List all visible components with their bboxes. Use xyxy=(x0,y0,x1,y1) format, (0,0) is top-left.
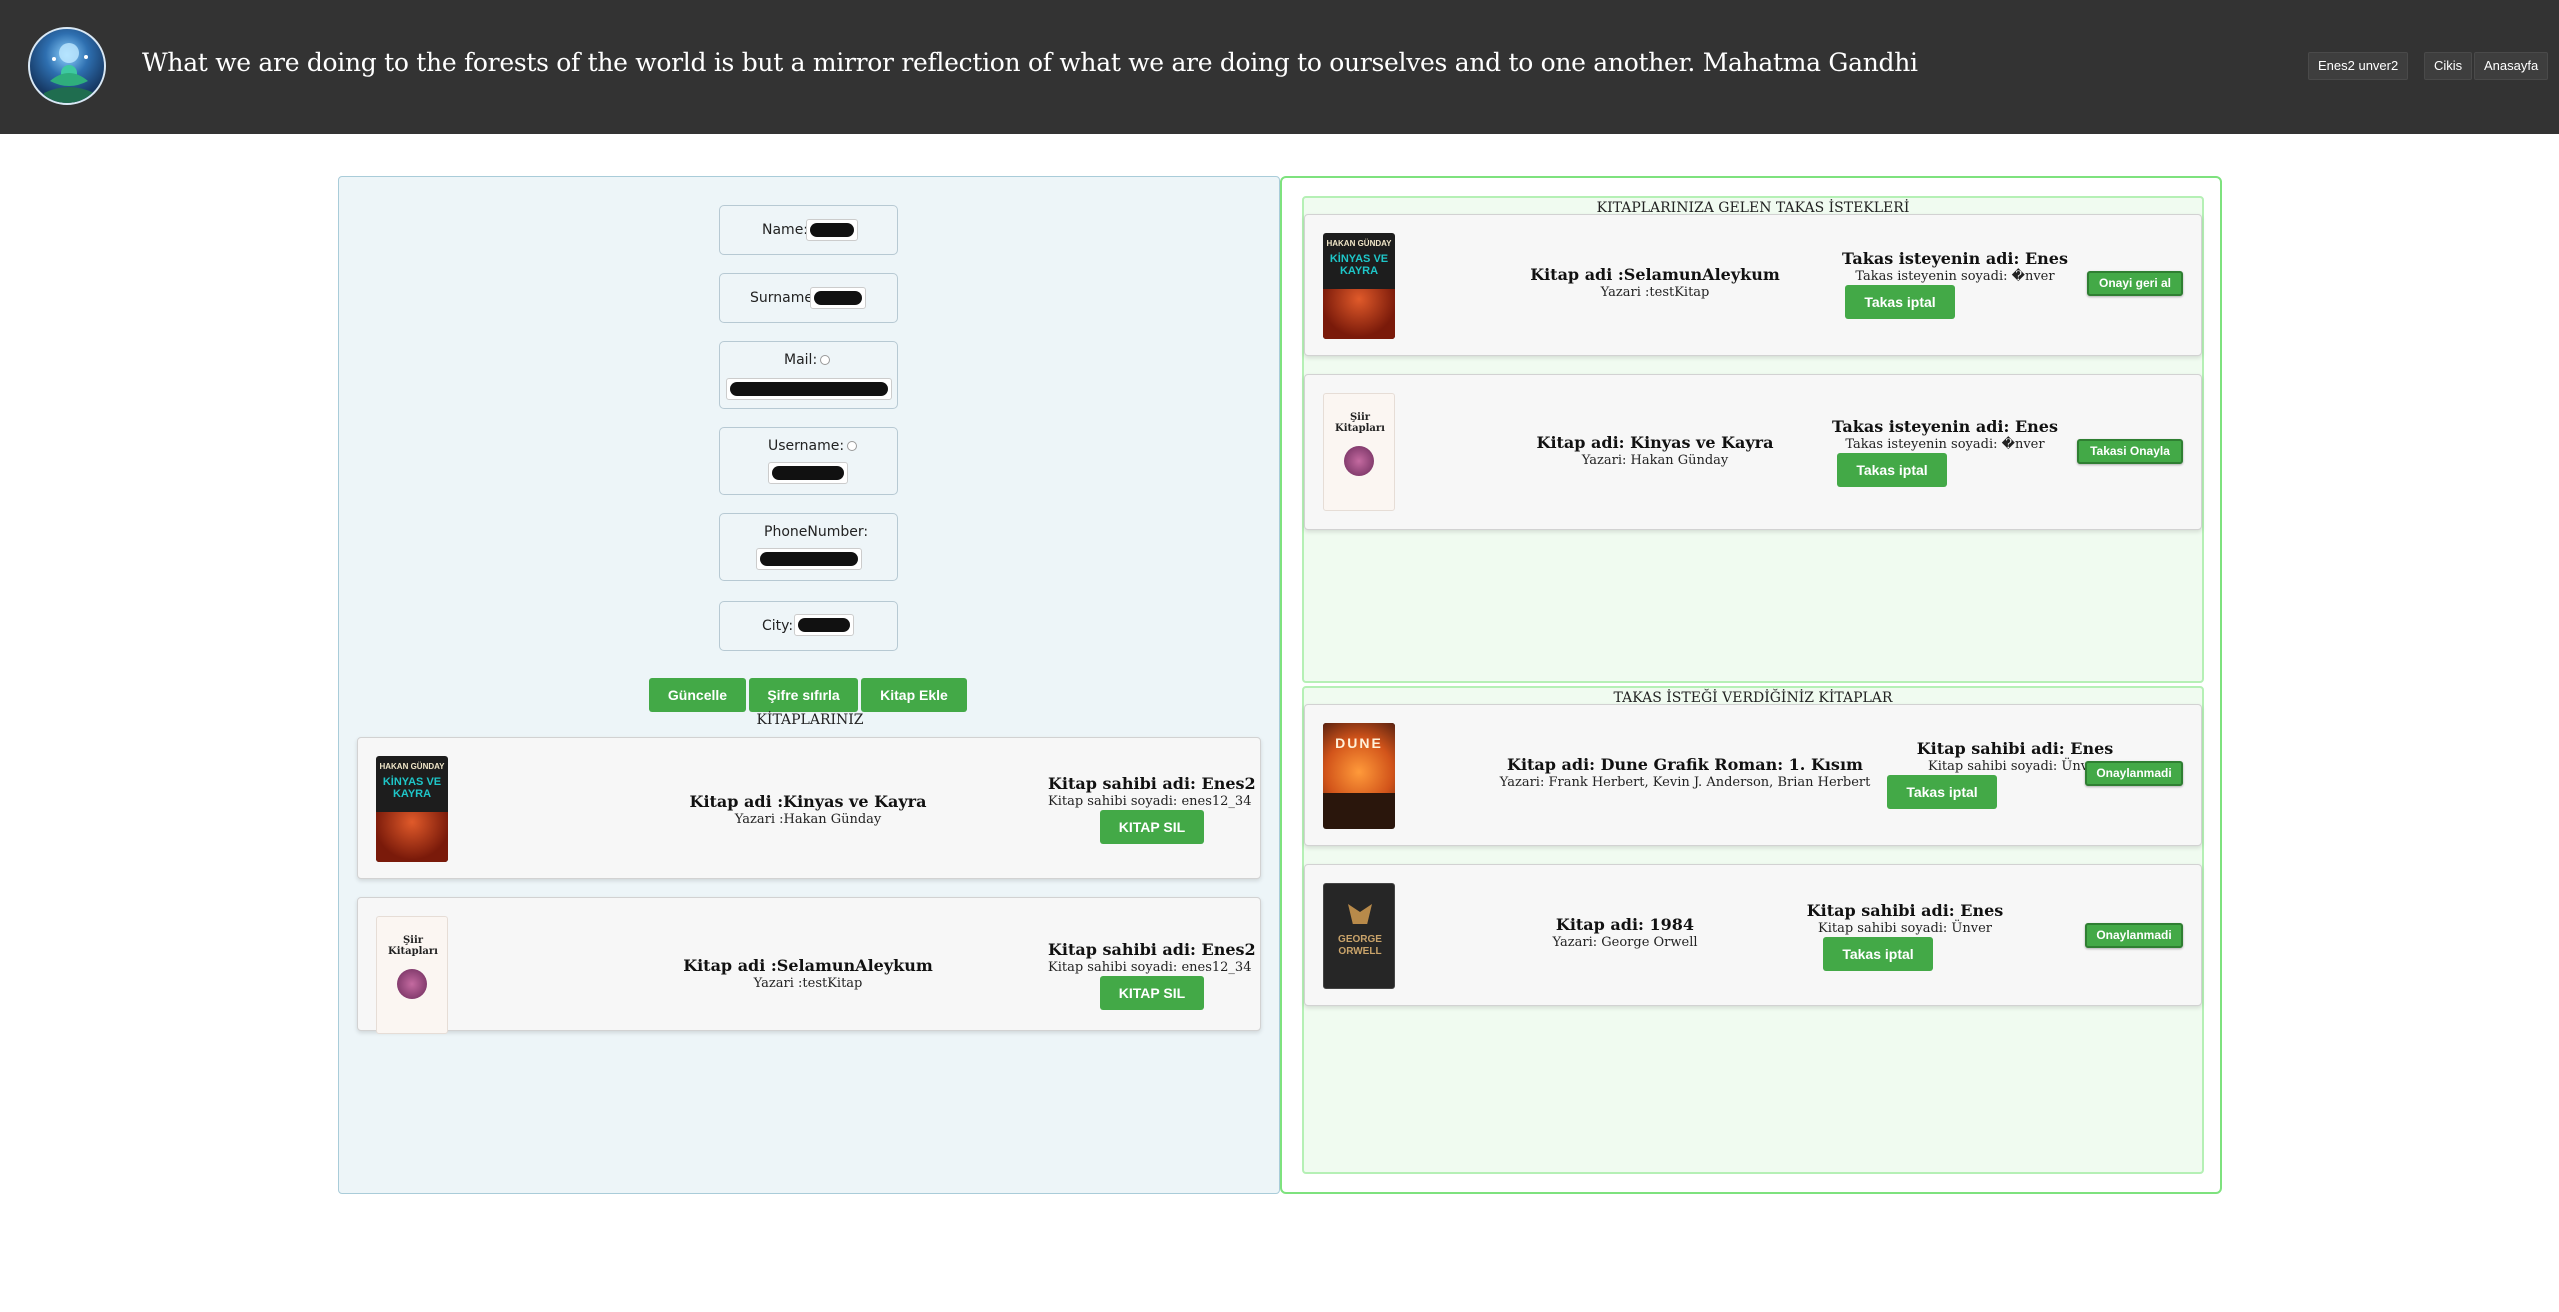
mail-radio-icon[interactable] xyxy=(820,355,831,365)
outgoing-request-card: GEORGE ORWELL Kitap adi: 1984 Yazari: Ge… xyxy=(1304,864,2202,1006)
mail-label: Mail: xyxy=(784,352,831,368)
delete-book-button[interactable]: KITAP SIL xyxy=(1100,976,1204,1010)
owner-surname: Kitap sahibi soyadi: enes12_34 xyxy=(1048,794,1252,809)
approve-trade-button[interactable]: Takasi Onayla xyxy=(2077,439,2183,464)
owner-name: Kitap sahibi adi: Enes2 xyxy=(1048,774,1256,793)
cancel-trade-button[interactable]: Takas iptal xyxy=(1823,937,1933,971)
owner-surname: Kitap sahibi soyadi: enes12_34 xyxy=(1048,960,1252,975)
owner-name: Kitap sahibi adi: Enes2 xyxy=(1048,940,1256,959)
username-radio-icon[interactable] xyxy=(847,441,858,451)
outgoing-requests-box: TAKAS İSTEĞİ VERDİĞİNİZ KİTAPLAR DUNE Ki… xyxy=(1302,686,2204,1174)
owner-surname: Kitap sahibi soyadi: Ünver xyxy=(1817,921,1993,936)
owner-name: Kitap sahibi adi: Enes xyxy=(1806,901,2004,920)
trades-panel: KITAPLARINIZA GELEN TAKAS İSTEKLERİ HAKA… xyxy=(1280,176,2222,1194)
username-input[interactable]: x xyxy=(768,462,848,484)
update-button[interactable]: Güncelle xyxy=(649,678,746,712)
name-input[interactable]: x xyxy=(806,219,858,241)
phone-field: PhoneNumber: x xyxy=(719,513,898,581)
surname-field: Surname: x xyxy=(719,273,898,323)
book-author: Yazari :Hakan Günday xyxy=(734,812,882,827)
requester-name: Takas isteyenin adi: Enes xyxy=(1842,249,2068,268)
city-label: City: xyxy=(762,618,794,634)
book-title: Kitap adi :Kinyas ve Kayra xyxy=(689,792,927,811)
book-author: Yazari :testKitap xyxy=(753,976,863,991)
cancel-trade-button[interactable]: Takas iptal xyxy=(1887,775,1997,809)
delete-book-button[interactable]: KITAP SIL xyxy=(1100,810,1204,844)
incoming-requests-box: KITAPLARINIZA GELEN TAKAS İSTEKLERİ HAKA… xyxy=(1302,196,2204,683)
requester-name: Takas isteyenin adi: Enes xyxy=(1832,417,2058,436)
add-book-button[interactable]: Kitap Ekle xyxy=(861,678,967,712)
header-quote: What we are doing to the forests of the … xyxy=(142,48,1918,77)
name-label: Name: xyxy=(762,222,809,238)
incoming-request-card: HAKAN GÜNDAY KİNYAS VE KAYRA Kitap adi :… xyxy=(1304,214,2202,356)
book-title: Kitap adi :SelamunAleykum xyxy=(683,956,933,975)
city-input[interactable]: x xyxy=(794,614,854,636)
requester-surname: Takas isteyenin soyadi: �nver xyxy=(1855,269,2055,284)
book-author: Yazari: Hakan Günday xyxy=(1581,453,1729,468)
book-cover-siir: Şiir Kitapları xyxy=(376,916,448,1034)
book-cover-kinyas: HAKAN GÜNDAY KİNYAS VE KAYRA xyxy=(1323,233,1395,339)
book-title: Kitap adi :SelamunAleykum xyxy=(1530,265,1780,284)
top-header: What we are doing to the forests of the … xyxy=(0,0,2559,134)
book-cover-siir: Şiir Kitapları xyxy=(1323,393,1395,511)
username-field: Username: x xyxy=(719,427,898,495)
book-cover-dune: DUNE xyxy=(1323,723,1395,829)
mail-input[interactable]: x xyxy=(726,378,892,400)
mail-field: Mail: x xyxy=(719,341,898,409)
owner-name: Kitap sahibi adi: Enes xyxy=(1916,739,2114,758)
home-button[interactable]: Anasayfa xyxy=(2474,52,2549,80)
book-cover-1984: GEORGE ORWELL xyxy=(1323,883,1395,989)
book-cover-kinyas: HAKAN GÜNDAY KİNYAS VE KAYRA xyxy=(376,756,448,862)
phone-input[interactable]: x xyxy=(756,548,862,570)
status-badge[interactable]: Onaylanmadi xyxy=(2085,761,2183,786)
outgoing-request-card: DUNE Kitap adi: Dune Grafik Roman: 1. Kı… xyxy=(1304,704,2202,846)
book-author: Yazari: Frank Herbert, Kevin J. Anderson… xyxy=(1499,775,1871,790)
surname-label: Surname: xyxy=(750,290,818,306)
user-menu-button[interactable]: Enes2 unver2 xyxy=(2308,52,2409,80)
surname-input[interactable]: x xyxy=(810,287,866,309)
reset-password-button[interactable]: Şifre sıfırla xyxy=(749,678,858,712)
city-field: City: x xyxy=(719,601,898,651)
book-author: Yazari: George Orwell xyxy=(1552,935,1698,950)
username-label: Username: xyxy=(768,438,858,454)
undo-approval-button[interactable]: Onayi geri al xyxy=(2087,271,2183,296)
incoming-request-card: Şiir Kitapları Kitap adi: Kinyas ve Kayr… xyxy=(1304,374,2202,530)
cancel-trade-button[interactable]: Takas iptal xyxy=(1837,453,1947,487)
cancel-trade-button[interactable]: Takas iptal xyxy=(1845,285,1955,319)
name-field: Name: x xyxy=(719,205,898,255)
my-book-card: HAKAN GÜNDAY KİNYAS VE KAYRA Kitap adi :… xyxy=(357,737,1261,879)
phone-label: PhoneNumber: xyxy=(764,524,869,540)
profile-panel: Name: x Surname: x Mail: x Username: x P… xyxy=(338,176,1280,1194)
my-book-card: Şiir Kitapları Kitap adi :SelamunAleykum… xyxy=(357,897,1261,1034)
site-logo[interactable] xyxy=(28,27,106,105)
logout-button[interactable]: Cikis xyxy=(2424,52,2473,80)
book-author: Yazari :testKitap xyxy=(1600,285,1710,300)
requester-surname: Takas isteyenin soyadi: �nver xyxy=(1845,437,2045,452)
my-books-title: KİTAPLARINIZ xyxy=(756,712,864,728)
status-badge[interactable]: Onaylanmadi xyxy=(2085,923,2183,948)
